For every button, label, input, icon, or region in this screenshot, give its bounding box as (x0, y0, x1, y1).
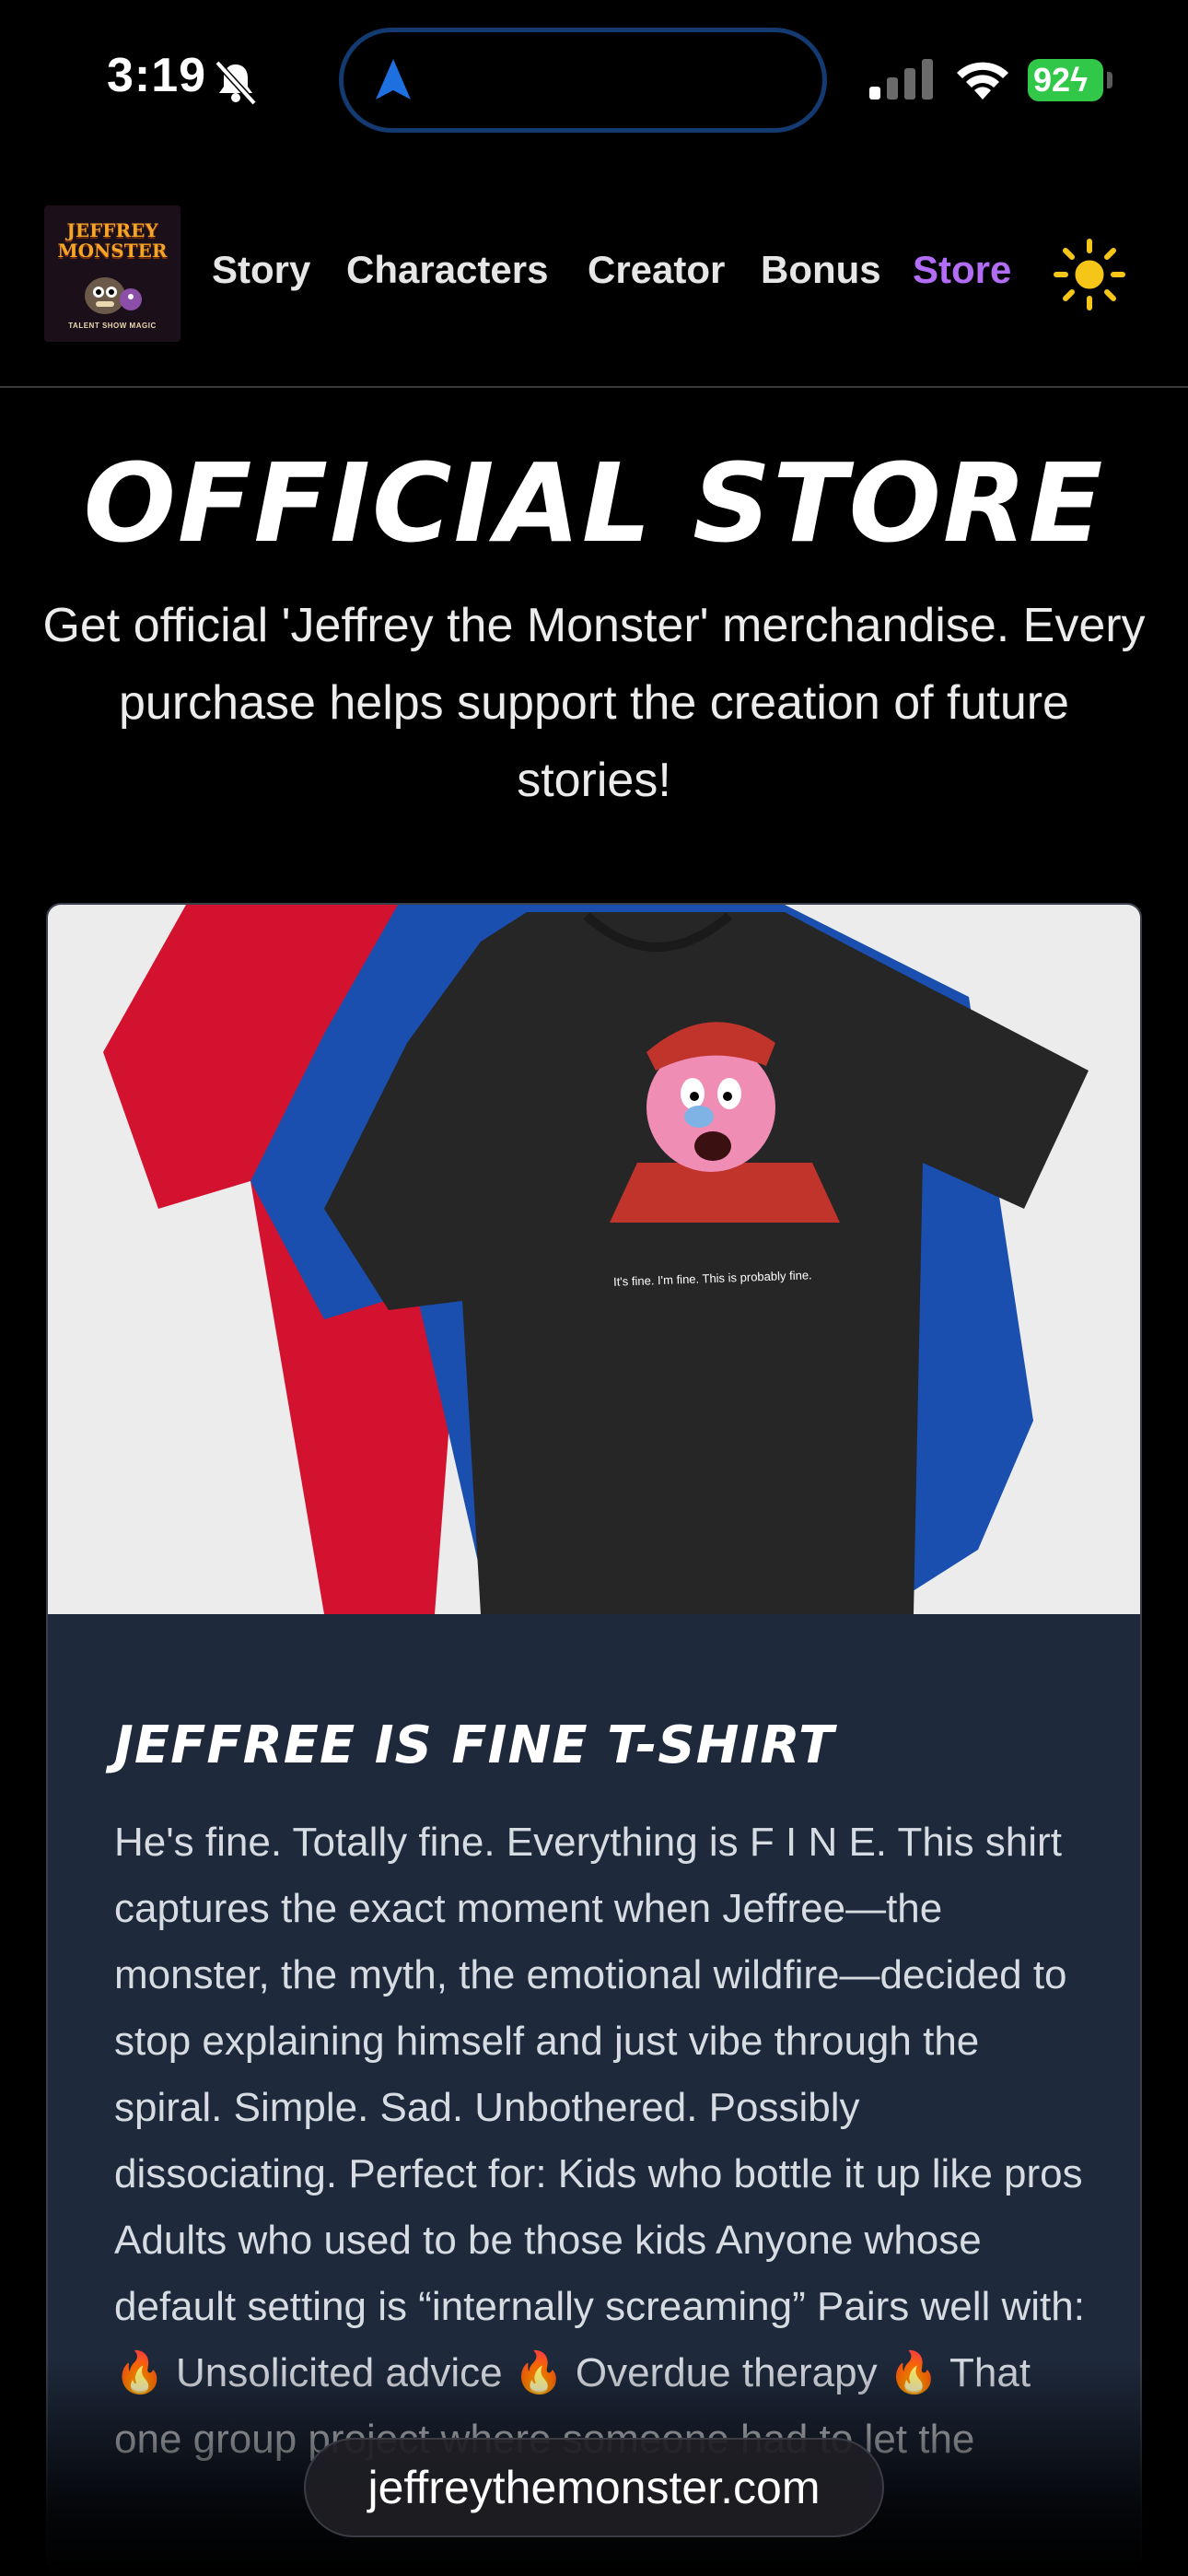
cellular-signal-icon (869, 59, 933, 100)
product-card[interactable]: It's fine. I'm fine. This is probably fi… (46, 903, 1142, 2576)
battery-indicator: 92ϟ (1028, 59, 1103, 101)
logo-tagline: TALENT SHOW MAGIC (68, 322, 157, 330)
battery-cap (1107, 72, 1112, 88)
nav-link-story[interactable]: Story (212, 248, 310, 292)
nav-link-characters[interactable]: Characters (346, 248, 548, 292)
product-title[interactable]: JEFFREE IS FINE T-SHIRT (114, 1715, 834, 1775)
site-header: JEFFREY MONSTER TALENT SHOW MAGIC Story … (0, 161, 1188, 388)
browser-url-bar[interactable]: jeffreythemonster.com (304, 2438, 884, 2537)
charging-bolt-icon: ϟ (1070, 61, 1089, 99)
status-time: 3:19 (107, 49, 207, 102)
page-title: OFFICIAL STORE (83, 439, 1105, 568)
product-image[interactable]: It's fine. I'm fine. This is probably fi… (48, 905, 1142, 1614)
battery-level: 92 (1033, 61, 1071, 99)
bell-muted-icon (215, 60, 257, 106)
wifi-icon (957, 62, 1008, 100)
navigation-arrow-icon (376, 59, 411, 100)
sun-icon[interactable] (1054, 239, 1125, 310)
site-logo[interactable]: JEFFREY MONSTER TALENT SHOW MAGIC (44, 205, 181, 342)
logo-text-line1: JEFFREY (66, 219, 158, 241)
status-bar: 3:19 92ϟ (0, 0, 1188, 161)
nav-link-creator[interactable]: Creator (588, 248, 725, 292)
store-intro: Get official 'Jeffrey the Monster' merch… (42, 599, 1146, 807)
monster-mascot-icon (85, 277, 142, 314)
nav-link-bonus[interactable]: Bonus (761, 248, 881, 292)
nav-link-store[interactable]: Store (913, 248, 1011, 292)
logo-text-line2: MONSTER (57, 240, 168, 262)
